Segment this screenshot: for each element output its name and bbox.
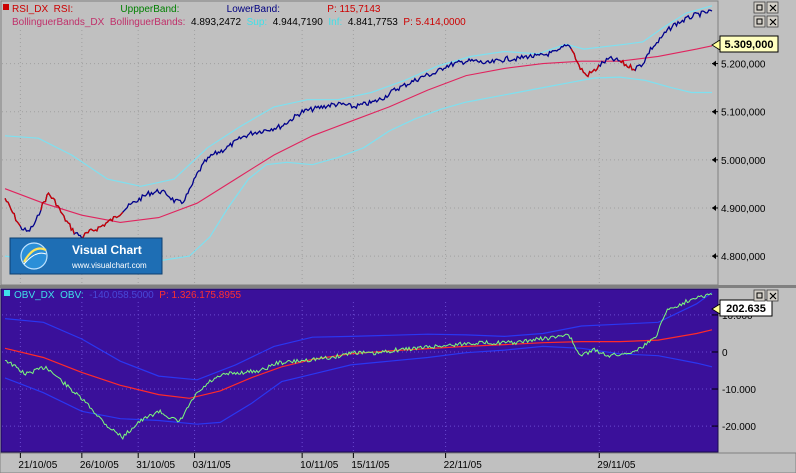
pane-close-button-2[interactable] [766,15,779,28]
legend-item: RSI_DX RSI: [12,4,73,15]
x-label: 22/11/05 [444,460,483,471]
pane-close-button[interactable] [766,1,779,14]
legend-item: OBV_DX OBV: [14,290,84,301]
legend-item: Sup: [241,17,267,28]
price-current-value-badge: 5.309,000 [711,35,779,53]
obv-pane-restore-button[interactable] [753,289,766,302]
price-y-label: 5.000,000 [721,156,766,167]
x-label: 26/10/05 [80,460,119,471]
logo-title: Visual Chart [72,243,142,257]
legend-item: 4.944,7190 [267,17,323,28]
x-label: 21/10/05 [18,460,57,471]
legend-item: 50,0000 [73,4,115,15]
obv-y-label: -10.000 [722,385,756,396]
trading-chart-window: RSI_DX RSI: 50,0000 UppperBand: 70,0000 … [0,0,796,473]
price-current-value: 5.309,000 [725,39,774,51]
chart-canvas: RSI_DX RSI: 50,0000 UppperBand: 70,0000 … [0,0,796,473]
x-label: 15/11/05 [351,460,390,471]
x-label: 31/10/05 [136,460,175,471]
legend-item: 70,0000 [179,4,221,15]
pane-restore-button[interactable] [753,1,766,14]
legend-item: UppperBand: [115,4,180,15]
x-axis-bar [0,452,796,473]
logo-swoosh-icon [20,242,48,270]
price-y-label: 4.800,000 [721,252,766,263]
x-label: 03/11/05 [193,460,232,471]
price-y-label: 4.900,000 [721,204,766,215]
pane-divider[interactable] [0,285,796,288]
legend-item: BollinguerBands_DX BollinguerBands: [12,17,185,28]
logo-url: www.visualchart.com [71,261,147,270]
obv-current-value-badge: 202.635 [711,299,773,317]
price-y-label: 5.200,000 [721,60,766,71]
legend-item: 4.893,2472 [185,17,241,28]
obv-y-label: 0 [722,348,728,359]
price-legend-row-2: BollinguerBands_DX BollinguerBands: 4.89… [12,17,466,28]
obv-current-value: 202.635 [726,303,766,315]
x-label: 29/11/05 [597,460,636,471]
x-label: 10/11/05 [300,460,339,471]
legend-item: P: 115,7143 [322,4,381,15]
obv-legend: OBV_DX OBV: -140.058.5000 P: 1.326.175.8… [14,290,241,301]
obv-pane-close-button[interactable] [766,289,779,302]
legend-item: P: 1.326.175.8955 [154,290,242,301]
visual-chart-logo[interactable]: Visual Chart www.visualchart.com [9,237,163,275]
price-legend-marker [3,4,9,10]
legend-item: -140.058.5000 [84,290,154,301]
legend-item: LowerBand: [221,4,280,15]
obv-y-label: -20.000 [722,422,756,433]
price-y-label: 5.100,000 [721,108,766,119]
legend-item: Inf: [323,17,342,28]
legend-item: P: 5.414,0000 [398,17,466,28]
obv-legend-marker [4,290,10,296]
pane-restore-button-2[interactable] [753,15,766,28]
legend-item: 4.841,7753 [342,17,398,28]
legend-item: 30,0000 [280,4,322,15]
price-legend-row-1: RSI_DX RSI: 50,0000 UppperBand: 70,0000 … [12,4,381,15]
